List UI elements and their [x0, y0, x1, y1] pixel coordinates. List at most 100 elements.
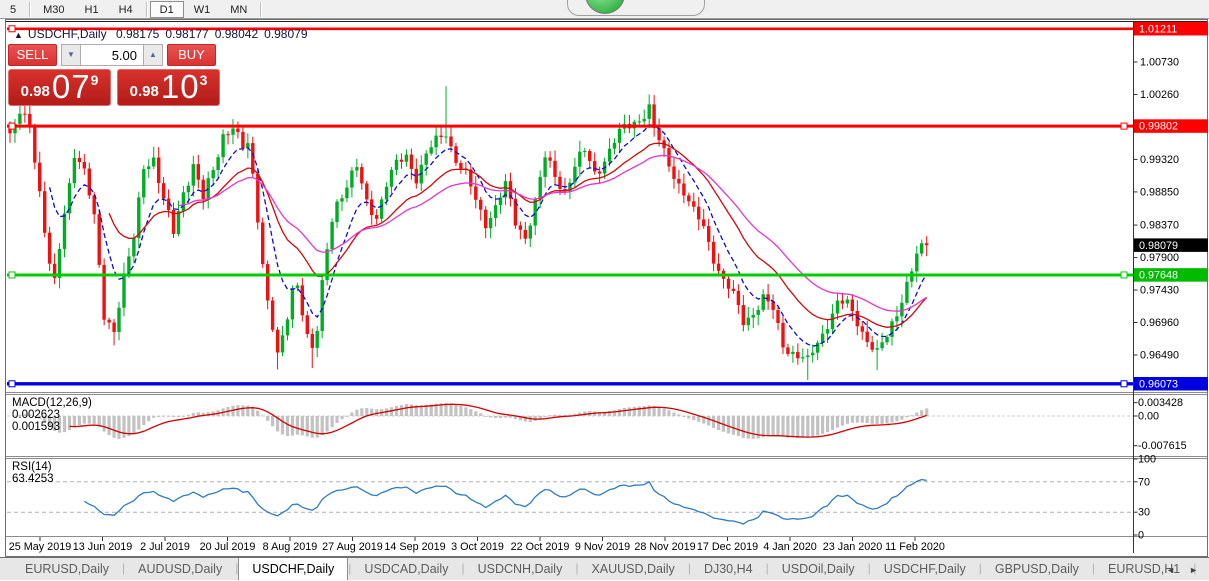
- tab-scroll-right-icon[interactable]: ►: [1182, 563, 1205, 577]
- candle-body: [742, 305, 745, 325]
- macd-histogram-bar: [504, 416, 507, 418]
- timeframe-button-H4[interactable]: H4: [109, 1, 143, 18]
- candle-body: [682, 184, 685, 196]
- volume-decrease-icon[interactable]: ▼: [61, 44, 81, 66]
- hline-handle-left[interactable]: [9, 381, 15, 387]
- toggle-pill[interactable]: [567, 0, 705, 16]
- macd-histogram-bar: [365, 408, 368, 416]
- candle-body: [410, 155, 413, 169]
- candle-body: [221, 134, 224, 157]
- hline-handle-right[interactable]: [1121, 381, 1127, 387]
- candle-body: [449, 137, 452, 147]
- hline-handle-right[interactable]: [1121, 123, 1127, 129]
- timeframe-button-MN[interactable]: MN: [220, 1, 257, 18]
- candle-body: [474, 187, 477, 200]
- macd-histogram-bar: [776, 416, 779, 436]
- candle-body: [494, 205, 497, 218]
- buy-button[interactable]: BUY: [167, 44, 216, 66]
- macd-histogram-bar: [613, 410, 616, 416]
- candle-body: [712, 242, 715, 264]
- volume-input[interactable]: [81, 44, 143, 66]
- chart-title: ▲USDCHF,Daily 0.981750.981770.980420.980…: [14, 27, 308, 41]
- candle-body: [920, 243, 923, 253]
- macd-histogram-bar: [732, 416, 735, 435]
- macd-histogram-bar: [915, 413, 918, 416]
- candle-body: [112, 323, 115, 333]
- macd-histogram-bar: [836, 416, 839, 428]
- candle-body: [212, 170, 215, 178]
- buy-price-box[interactable]: 0.98 10 3: [117, 69, 220, 106]
- macd-histogram-bar: [187, 415, 190, 416]
- candle-body: [871, 342, 874, 350]
- chart-tab-USDCHF-Daily[interactable]: USDCHF,Daily: [871, 558, 979, 580]
- macd-histogram-bar: [633, 407, 636, 416]
- macd-histogram-bar: [122, 416, 125, 438]
- candle-body: [395, 160, 398, 170]
- macd-histogram-bar: [697, 416, 700, 422]
- candle-body: [226, 134, 229, 135]
- hline-handle-right[interactable]: [1121, 272, 1127, 278]
- macd-histogram-bar: [182, 416, 185, 417]
- date-label: 22 Oct 2019: [511, 541, 570, 553]
- candle-body: [192, 164, 195, 186]
- macd-histogram-bar: [509, 416, 512, 418]
- price-tick-label: 1.00260: [1140, 89, 1179, 101]
- tab-scroll-left-icon[interactable]: ◄: [1159, 563, 1182, 577]
- macd-histogram-bar: [256, 411, 259, 416]
- chart-tab-EURUSD-Daily[interactable]: EURUSD,Daily: [12, 558, 122, 580]
- candle-body: [697, 207, 700, 220]
- candle-body: [880, 342, 883, 348]
- candle-body: [321, 280, 324, 331]
- chart-tab-USDOil-Daily[interactable]: USDOil,Daily: [769, 558, 868, 580]
- timeframe-button-D1[interactable]: D1: [150, 1, 184, 18]
- candle-body: [786, 347, 789, 354]
- macd-histogram-bar: [742, 416, 745, 438]
- macd-histogram-bar: [841, 416, 844, 426]
- candle-body: [608, 149, 611, 162]
- chart-tab-USDCNH-Daily[interactable]: USDCNH,Daily: [465, 558, 576, 580]
- candle-body: [553, 161, 556, 177]
- candle-body: [439, 136, 442, 137]
- candle-body: [791, 352, 794, 354]
- price-flag-label: 0.97648: [1139, 270, 1178, 282]
- macd-histogram-bar: [682, 416, 685, 417]
- chart-tab-USDCHF-Daily[interactable]: USDCHF,Daily: [238, 558, 348, 580]
- chart-tab-bar: EURUSD,Daily|AUDUSD,Daily|USDCHF,Daily|U…: [0, 557, 1209, 580]
- price-flag-label: 0.96073: [1139, 378, 1178, 390]
- macd-histogram-bar: [360, 408, 363, 416]
- candle-body: [335, 202, 338, 222]
- macd-histogram-bar: [400, 405, 403, 416]
- rsi-indicator-label: RSI(14) 63.4253: [12, 461, 54, 485]
- date-label: 27 Aug 2019: [322, 541, 383, 553]
- sell-button[interactable]: SELL: [8, 44, 57, 66]
- macd-histogram-bar: [737, 416, 740, 436]
- macd-histogram-bar: [762, 416, 765, 437]
- macd-histogram-bar: [910, 415, 913, 416]
- timeframe-button-5[interactable]: 5: [0, 1, 26, 18]
- candle-body: [548, 157, 551, 160]
- chart-tab-DJ30-H4[interactable]: DJ30,H4: [691, 558, 766, 580]
- candle-body: [672, 167, 675, 179]
- chart-tab-GBPUSD-Daily[interactable]: GBPUSD,Daily: [982, 558, 1092, 580]
- sell-price-box[interactable]: 0.98 07 9: [8, 69, 111, 106]
- price-tick-label: 0.96490: [1140, 349, 1179, 361]
- candle-body: [271, 301, 274, 330]
- chart-tab-XAUUSD-Daily[interactable]: XAUUSD,Daily: [578, 558, 687, 580]
- candle-body: [177, 211, 180, 234]
- candle-body: [286, 319, 289, 335]
- price-flag-label: 0.99802: [1139, 121, 1178, 133]
- timeframe-button-H1[interactable]: H1: [75, 1, 109, 18]
- macd-histogram-bar: [663, 408, 666, 416]
- timeframe-button-M30[interactable]: M30: [33, 1, 74, 18]
- macd-histogram-bar: [861, 416, 864, 423]
- volume-increase-icon[interactable]: ▲: [143, 44, 163, 66]
- hline-handle-left[interactable]: [9, 272, 15, 278]
- candle-body: [826, 329, 829, 334]
- chart-tab-USDCAD-Daily[interactable]: USDCAD,Daily: [351, 558, 461, 580]
- timeframe-button-W1[interactable]: W1: [184, 1, 221, 18]
- chart-tab-AUDUSD-Daily[interactable]: AUDUSD,Daily: [125, 558, 235, 580]
- hline-handle-left[interactable]: [9, 123, 15, 129]
- candle-body: [652, 104, 655, 128]
- price-tick-label: 0.98850: [1140, 186, 1179, 198]
- rsi-axis-label: 0: [1138, 530, 1144, 542]
